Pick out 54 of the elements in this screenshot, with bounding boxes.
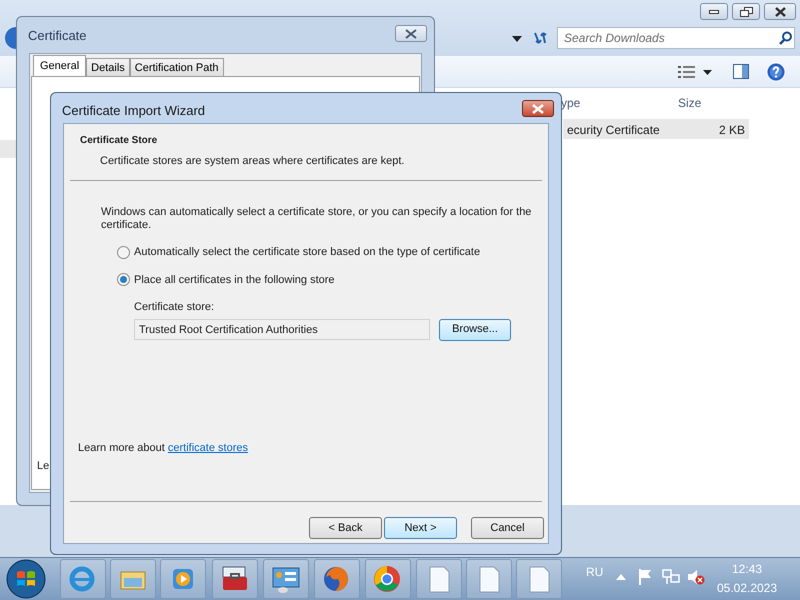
radio-button[interactable] xyxy=(117,273,130,286)
caret-icon[interactable] xyxy=(703,70,712,75)
taskbar-button[interactable] xyxy=(263,559,309,599)
restore-button[interactable] xyxy=(732,3,760,20)
file-size: 2 KB xyxy=(718,122,745,137)
taskbar-button[interactable] xyxy=(466,559,512,599)
section-subtitle: Certificate stores are system areas where certificates are kept. xyxy=(99,154,406,169)
muted-speaker-icon[interactable] xyxy=(687,569,705,585)
tab[interactable]: General xyxy=(33,55,86,76)
close-button[interactable] xyxy=(522,100,554,117)
radio-label[interactable]: Place all certificates in the following store xyxy=(134,272,335,288)
browse-button[interactable]: Browse... xyxy=(439,318,511,340)
field-label: Certificate store: xyxy=(134,300,216,315)
radio-label[interactable]: Automatically select the certificate store based on the type of certificate xyxy=(134,244,480,260)
restore-icon xyxy=(740,6,752,16)
dropdown-icon[interactable] xyxy=(512,36,522,42)
taskbar-button[interactable] xyxy=(365,559,411,599)
flag-icon[interactable] xyxy=(638,569,652,585)
file-row[interactable]: ecurity Certificate 2 KB xyxy=(563,119,749,139)
taskbar-button[interactable] xyxy=(212,559,258,599)
tab[interactable]: Details xyxy=(86,58,130,76)
wizard-button[interactable]: Cancel xyxy=(471,517,544,539)
view-icon[interactable] xyxy=(678,65,696,79)
dialog-title: Certificate xyxy=(28,27,87,45)
taskbar-button[interactable] xyxy=(314,559,360,599)
intro-text: Windows can automatically select a certificate store, or you can specify a location for the certificate. xyxy=(101,206,532,232)
radio-button[interactable] xyxy=(117,246,130,259)
taskbar-button[interactable] xyxy=(416,559,462,599)
tab[interactable]: Certification Path xyxy=(130,58,224,76)
file-name: ecurity Certificate xyxy=(567,122,660,137)
close-button[interactable] xyxy=(764,3,796,20)
close-icon xyxy=(530,102,546,114)
wizard-title: Certificate Import Wizard xyxy=(62,102,206,120)
search-field[interactable]: Search Downloads xyxy=(557,27,795,49)
learn-more-text: Learn more about certificate stores xyxy=(78,441,248,456)
minimize-icon xyxy=(709,10,719,14)
network-icon[interactable] xyxy=(662,569,680,585)
preview-pane-icon[interactable] xyxy=(733,64,749,79)
minimize-button[interactable] xyxy=(700,3,728,20)
close-button[interactable] xyxy=(395,25,427,42)
start-icon[interactable] xyxy=(6,559,46,599)
close-icon xyxy=(774,6,786,16)
close-icon xyxy=(403,28,419,40)
body-text: Le xyxy=(37,459,50,474)
wizard-button[interactable]: < Back xyxy=(309,517,382,539)
store-field[interactable]: Trusted Root Certification Authorities xyxy=(134,319,430,340)
learn-more-link[interactable]: certificate stores xyxy=(168,442,248,454)
section-title: Certificate Store xyxy=(80,134,158,148)
column-header[interactable]: ype xyxy=(561,94,580,114)
column-header[interactable]: Size xyxy=(678,94,702,114)
search-icon[interactable] xyxy=(779,31,793,45)
taskbar-button[interactable] xyxy=(516,559,562,599)
help-icon[interactable] xyxy=(767,63,785,81)
wizard-button[interactable]: Next > xyxy=(384,517,457,539)
